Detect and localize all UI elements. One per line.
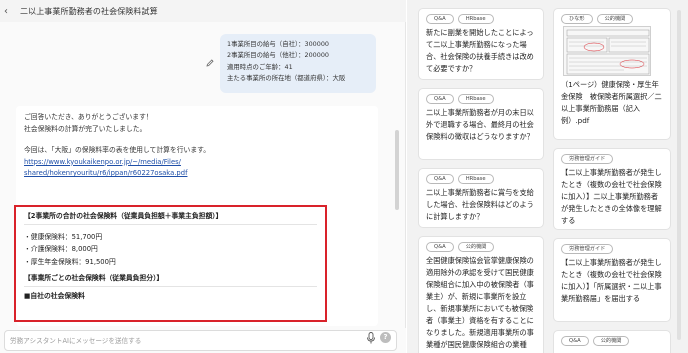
user-message-line: 2事業所目の給与（他社）：200000 [227, 51, 329, 60]
related-card[interactable]: 労務管理ガイド 【二以上事業所勤務者が発生したとき（複数の会社で社会保険に加入）… [553, 238, 671, 322]
related-card[interactable]: Q&A HRbase 二以上事業所勤務者に賞与を支給した場合、社会保険料はどのよ… [418, 168, 544, 228]
composer: ? [0, 328, 406, 353]
message-input[interactable] [10, 336, 350, 345]
pension-insurance-value: ・厚生年金保険料：91,500円 [24, 257, 116, 266]
related-card[interactable]: Q&A 公的機関 全国健康保険協会管掌健康保険の適用除外の承認を受けて国民健康保… [418, 236, 544, 353]
edit-icon[interactable] [205, 58, 215, 68]
result-heading-per-office: 【事業所ごとの社会保険料（従業員負担分）】 [24, 273, 164, 282]
tag-badge: HRbase [457, 94, 494, 104]
result-heading-own-company: ■自社の社会保険料 [24, 292, 85, 301]
related-card[interactable]: Q&A HRbase 二以上事業所勤務者が月の末日以外で退職する場合、最終月の社… [418, 88, 544, 160]
tag-badge: 公的機関 [592, 336, 630, 346]
related-card[interactable]: Q&A HRbase 新たに副業を開始したことによって二以上事業所勤務になった場… [418, 8, 544, 80]
assistant-text: 今回は、「大阪」の保険料率の表を使用して計算を行います。 [24, 146, 211, 155]
tag-badge: HRbase [457, 14, 494, 24]
user-message-line: 1事業所目の給与（自社）：300000 [227, 40, 329, 48]
user-message-line: 適用時点のご年齢：41 [227, 62, 293, 71]
tag-badge: Q&A [426, 242, 454, 252]
card-text: 新たに副業を開始したことによって二以上事業所勤務になった場合、社会保険の扶養手続… [426, 28, 534, 73]
tag-badge: Q&A [426, 174, 454, 184]
chat-header: ‹ 二以上事業所勤務者の社会保険料試算 [0, 0, 406, 22]
cards-scrollbar[interactable] [677, 10, 681, 340]
card-text: （1ページ）健康保険・厚生年金保険 被保険者所属選択／二以上事業所勤務届（記入例… [561, 80, 662, 125]
tag-badge: 労務管理ガイド [561, 244, 614, 254]
assistant-text: 社会保険料の計算が完了いたしました。 [24, 124, 147, 133]
document-thumbnail [563, 26, 651, 76]
tag-badge: 公的機関 [457, 242, 495, 252]
result-heading-total: 【2事業所の合計の社会保険料（従業員負担額＋事業主負担額）】 [24, 212, 223, 220]
chat-title: 二以上事業所勤務者の社会保険料試算 [20, 6, 158, 16]
user-message-line: 主たる事業所の所在地（都道府県）：大阪 [227, 74, 346, 83]
chat-panel: ‹ 二以上事業所勤務者の社会保険料試算 1事業所目の給与（自社）：300000 … [0, 0, 406, 353]
card-text: 全国健康保険協会管掌健康保険の適用除外の承認を受けて国民健康保険組合に加入中の被… [426, 256, 534, 349]
card-text: 【二以上事業所勤務者が発生したとき（複数の会社で社会保険に加入）】二以上事業所勤… [561, 168, 662, 225]
tag-badge: Q&A [561, 336, 589, 346]
card-text: 二以上事業所勤務者に賞与を支給した場合、社会保険料はどのように計算しますか？ [426, 188, 534, 221]
care-insurance-value: ・介護保険料：8,000円 [24, 245, 98, 254]
tag-badge: Q&A [426, 94, 454, 104]
tag-badge: 労務管理ガイド [561, 154, 614, 164]
related-card[interactable]: 労務管理ガイド 【二以上事業所勤務者が発生したとき（複数の会社で社会保険に加入）… [553, 148, 671, 230]
related-card[interactable]: ひな形 公的機関 （1ページ）健康保険・厚生年金保険 被保険者所属選択／二以上事… [553, 8, 671, 140]
back-button[interactable]: ‹ [4, 6, 18, 17]
card-text: 【二以上事業所勤務者が発生したとき（複数の会社で社会保険に加入）】「所属選択・二… [561, 258, 662, 303]
mic-icon[interactable] [366, 332, 376, 344]
tag-badge: Q&A [426, 14, 454, 24]
user-message-bubble: 1事業所目の給与（自社）：300000 2事業所目の給与（他社）：200000 … [220, 34, 376, 93]
chat-scrollbar[interactable] [395, 130, 399, 210]
message-input-wrapper [4, 330, 397, 351]
help-icon[interactable]: ? [380, 332, 391, 343]
assistant-text: ご回答いただき、ありがとうございます！ [24, 113, 153, 121]
rate-table-link-continued[interactable]: shared/hokenryouritu/r6/ippan/r60227osak… [24, 168, 370, 180]
health-insurance-value: ・健康保険料：51,700円 [24, 233, 103, 242]
related-content-panel: Q&A HRbase 新たに副業を開始したことによって二以上事業所勤務になった場… [407, 0, 688, 353]
card-text: 二以上事業所勤務者が月の末日以外で退職する場合、最終月の社会保険料の徴収はどうな… [426, 108, 534, 141]
result-highlight-box: 【2事業所の合計の社会保険料（従業員負担額＋事業主負担額）】 ・健康保険料：51… [14, 205, 327, 322]
tag-badge: HRbase [457, 174, 494, 184]
tag-badge: 公的機関 [596, 14, 634, 24]
related-card[interactable]: Q&A 公的機関 [553, 330, 671, 353]
tag-badge: ひな形 [561, 14, 593, 24]
rate-table-link[interactable]: https://www.kyoukaikenpo.or.jp/~/media/F… [24, 157, 370, 169]
